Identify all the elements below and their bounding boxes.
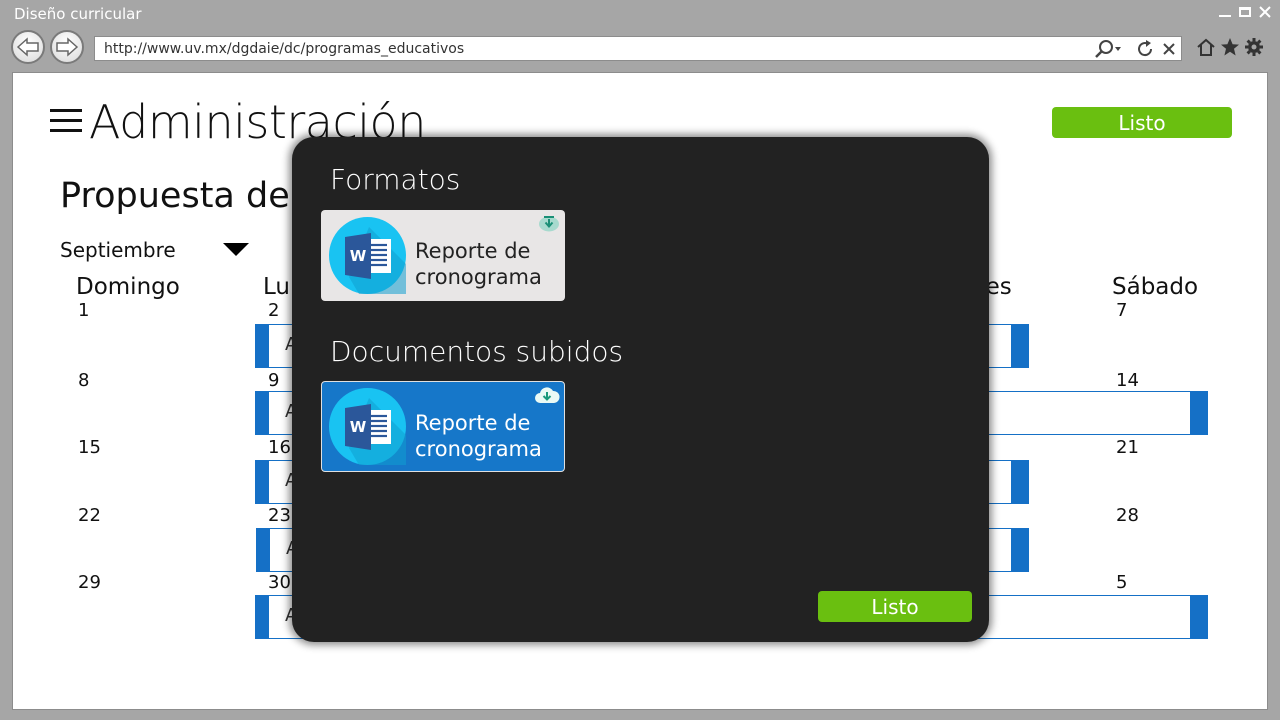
month-select-value[interactable]: Septiembre (60, 238, 176, 262)
documents-modal: Formatos W Reporte de cronograma Documen… (292, 137, 989, 642)
day-number: 2 (268, 300, 280, 321)
file-name: Reporte de cronograma (415, 239, 542, 289)
format-file-card[interactable]: W Reporte de cronograma (321, 210, 565, 301)
download-icon[interactable] (538, 214, 560, 232)
event-end-handle (1011, 324, 1029, 368)
window-controls (1218, 4, 1272, 20)
settings-gear-icon[interactable] (1244, 37, 1264, 62)
arrow-right-icon (56, 37, 79, 57)
day-number: 1 (78, 300, 90, 321)
word-document-icon: W (329, 217, 406, 294)
svg-text:W: W (350, 418, 367, 436)
day-number: 14 (1116, 370, 1139, 391)
day-number: 28 (1116, 505, 1139, 526)
hamburger-menu-icon[interactable] (50, 109, 84, 135)
formats-heading: Formatos (330, 163, 461, 196)
close-window-icon[interactable] (1258, 4, 1272, 20)
minimize-icon[interactable] (1218, 4, 1232, 20)
home-icon[interactable] (1196, 37, 1216, 62)
day-number: 23 (268, 505, 291, 526)
day-header-saturday: Sábado (1112, 274, 1199, 300)
search-icon[interactable] (1093, 39, 1123, 64)
uploaded-file-card[interactable]: W Reporte de cronograma (321, 381, 565, 472)
window-title: Diseño curricular (14, 5, 142, 23)
day-number: 7 (1116, 300, 1128, 321)
svg-text:W: W (350, 247, 367, 265)
day-number: 21 (1116, 437, 1139, 458)
cloud-upload-icon[interactable] (534, 385, 560, 405)
day-header-monday: Lu (263, 274, 290, 300)
uploaded-documents-heading: Documentos subidos (330, 335, 624, 368)
day-number: 8 (78, 370, 90, 391)
day-header-sunday: Domingo (76, 274, 180, 300)
day-number: 16 (268, 437, 291, 458)
maximize-icon[interactable] (1238, 4, 1252, 20)
event-end-handle (1190, 595, 1208, 639)
day-number: 22 (78, 505, 101, 526)
event-end-handle (1190, 391, 1208, 435)
dropdown-arrow-icon[interactable] (223, 243, 249, 256)
refresh-icon[interactable] (1135, 39, 1155, 64)
arrow-left-icon (16, 37, 39, 57)
event-end-handle (1011, 460, 1029, 504)
day-number: 30 (268, 572, 291, 593)
file-name: Reporte de cronograma (415, 411, 542, 461)
url-text[interactable]: http://www.uv.mx/dgdaie/dc/programas_edu… (104, 41, 464, 57)
day-number: 9 (268, 370, 280, 391)
day-number: 15 (78, 437, 101, 458)
forward-button[interactable] (50, 30, 84, 64)
back-button[interactable] (11, 30, 45, 64)
done-button[interactable]: Listo (1052, 107, 1232, 138)
address-bar[interactable]: http://www.uv.mx/dgdaie/dc/programas_edu… (94, 36, 1182, 61)
event-end-handle (1011, 528, 1029, 572)
stop-icon[interactable] (1161, 39, 1177, 64)
calendar-subtitle: Propuesta de t (60, 176, 315, 216)
modal-done-button[interactable]: Listo (818, 591, 972, 622)
word-document-icon: W (329, 388, 406, 465)
day-number: 29 (78, 572, 101, 593)
favorites-star-icon[interactable] (1220, 37, 1240, 62)
day-number: 5 (1116, 572, 1128, 593)
